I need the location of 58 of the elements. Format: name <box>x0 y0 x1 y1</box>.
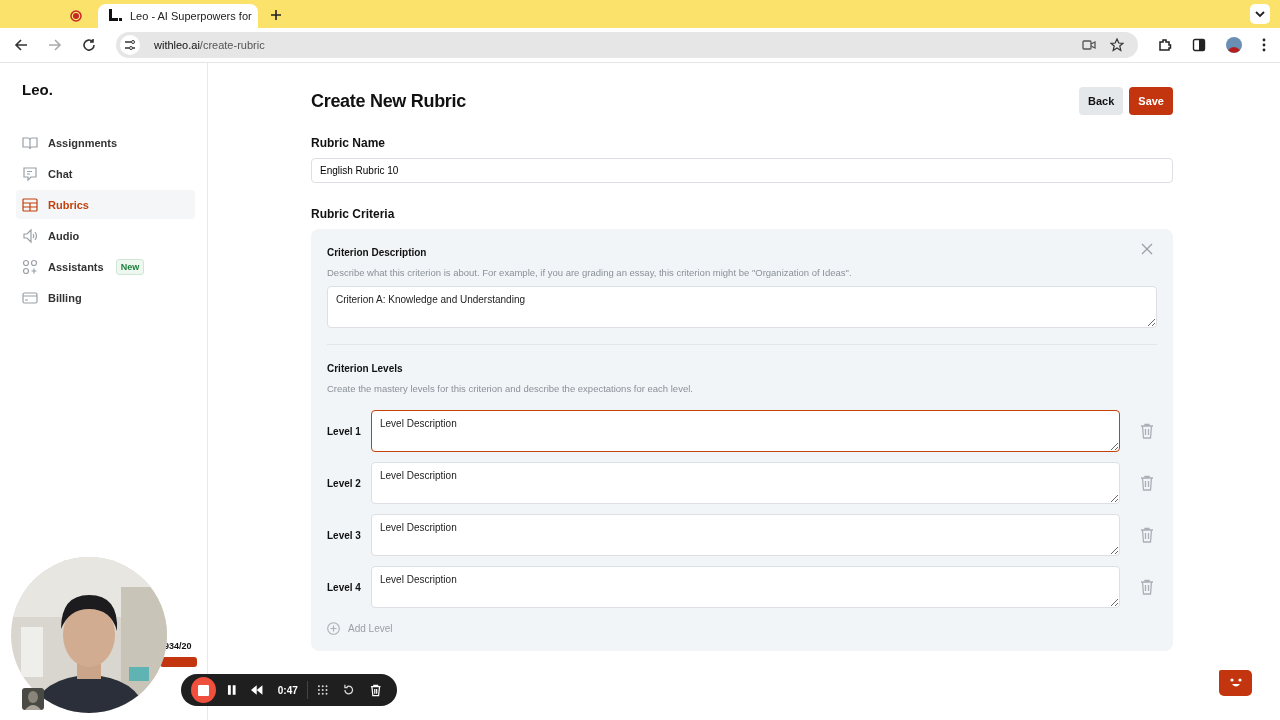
logo-icon <box>108 8 122 24</box>
browser-tab[interactable]: Leo - AI Superpowers for <box>98 4 258 28</box>
plus-circle-icon <box>327 622 340 635</box>
site-settings-icon[interactable] <box>120 35 140 55</box>
save-button[interactable]: Save <box>1129 87 1173 115</box>
level-label: Level 4 <box>327 581 361 593</box>
text-area[interactable]: Level Description <box>371 566 1120 608</box>
sidebar-item[interactable]: Chat <box>16 159 195 188</box>
recording-icon <box>70 10 82 22</box>
menu-icon[interactable] <box>1262 38 1266 52</box>
new-badge: New <box>115 258 145 275</box>
text-area[interactable]: Level Description <box>371 514 1120 556</box>
book-icon <box>22 134 38 151</box>
field-label: Criterion Levels <box>327 363 403 374</box>
back-arrow-icon[interactable] <box>14 38 28 52</box>
pause-icon[interactable] <box>226 684 237 696</box>
text-area[interactable]: Level Description <box>371 410 1120 452</box>
new-tab-icon[interactable] <box>270 9 282 21</box>
help-text: Describe what this criterion is about. For example, if you are grading an essay, this criterion might be "Organization of Ideas". <box>327 267 853 278</box>
sidebar-item[interactable]: Rubrics <box>16 190 195 219</box>
apps-icon <box>22 258 38 275</box>
app-logo[interactable]: Leo. <box>22 81 195 98</box>
section-title: Rubric Criteria <box>311 207 396 221</box>
text-area[interactable]: Criterion A: Knowledge and Understanding <box>327 286 1157 328</box>
text-area[interactable]: Level Description <box>371 462 1120 504</box>
chat-widget-button[interactable] <box>1219 670 1252 696</box>
avatar-icon[interactable] <box>1226 37 1242 53</box>
rewind-icon[interactable] <box>251 685 263 695</box>
card-icon <box>22 289 38 306</box>
sidebar-item[interactable]: Assistants New <box>16 252 195 281</box>
restart-icon[interactable] <box>343 684 355 696</box>
back-button[interactable]: Back <box>1079 87 1124 115</box>
star-icon[interactable] <box>1110 38 1124 52</box>
sidebar-item[interactable]: Assignments <box>16 128 195 157</box>
field-label: Criterion Description <box>327 247 427 258</box>
stop-button[interactable] <box>191 677 216 703</box>
chat-icon <box>22 165 38 182</box>
extensions-icon[interactable] <box>1158 38 1172 52</box>
usage-bar <box>160 657 197 667</box>
address-bar[interactable]: withleo.ai/create-rubric <box>116 32 1138 58</box>
page-title: Create New Rubric <box>311 90 466 112</box>
recording-time: 0:47 <box>277 684 298 696</box>
sidebar-item[interactable]: Audio <box>16 221 195 250</box>
field-label: Rubric Name <box>311 136 387 150</box>
input-field[interactable]: English Rubric 10 <box>311 158 1173 183</box>
level-label: Level 1 <box>327 425 361 437</box>
speaker-icon <box>22 227 38 244</box>
help-text: Create the mastery levels for this criterion and describe the expectations for each level. <box>327 383 694 394</box>
reload-icon[interactable] <box>82 38 96 52</box>
level-label: Level 2 <box>327 477 361 489</box>
grid-icon[interactable] <box>316 684 329 696</box>
sidebar-item[interactable]: Billing <box>16 283 195 312</box>
side-panel-icon[interactable] <box>1192 38 1206 52</box>
level-label: Level 3 <box>327 529 361 541</box>
tab-title: Leo - AI Superpowers for <box>130 10 252 22</box>
camera-icon[interactable] <box>1082 39 1096 51</box>
table-icon <box>22 196 38 213</box>
dropdown-icon[interactable] <box>1250 4 1270 24</box>
